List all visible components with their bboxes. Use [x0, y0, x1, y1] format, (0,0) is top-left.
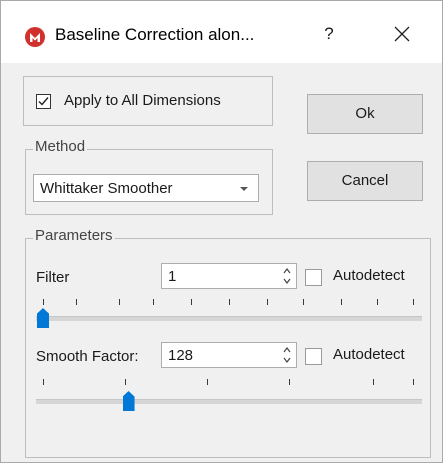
smooth-slider-track[interactable] — [36, 399, 422, 404]
filter-autodetect-checkbox[interactable] — [305, 269, 322, 286]
app-logo-icon — [25, 27, 45, 47]
apply-all-group: Apply to All Dimensions — [23, 76, 273, 126]
close-icon — [394, 26, 410, 42]
filter-slider-tick — [153, 299, 154, 305]
filter-slider-tick — [76, 299, 77, 305]
filter-slider-track[interactable] — [36, 316, 422, 321]
smooth-slider-tick — [373, 379, 374, 385]
smooth-slider-tick — [207, 379, 208, 385]
smooth-factor-label: Smooth Factor: — [36, 348, 139, 365]
smooth-slider-tick — [125, 379, 126, 385]
smooth-factor-value: 128 — [168, 347, 194, 364]
smooth-factor-spinbox[interactable]: 128 — [161, 342, 297, 368]
spin-down-icon[interactable] — [282, 276, 292, 286]
filter-spinbox[interactable]: 1 — [161, 263, 297, 289]
smooth-autodetect-checkbox[interactable] — [305, 348, 322, 365]
spin-down-icon[interactable] — [282, 355, 292, 365]
filter-slider-tick — [341, 299, 342, 305]
title-bar: Baseline Correction alon... ? — [1, 1, 442, 63]
filter-label: Filter — [36, 269, 70, 286]
method-selected-value: Whittaker Smoother — [40, 180, 173, 197]
cancel-button[interactable]: Cancel — [307, 161, 423, 201]
filter-slider-tick — [43, 299, 44, 305]
parameters-legend: Parameters — [33, 227, 115, 244]
checkmark-icon — [38, 97, 49, 106]
chevron-down-icon — [240, 187, 248, 191]
method-legend: Method — [33, 138, 88, 155]
filter-slider-tick — [229, 299, 230, 305]
spin-up-icon[interactable] — [282, 266, 292, 276]
ok-button[interactable]: Ok — [307, 94, 423, 134]
smooth-slider-tick — [413, 379, 414, 385]
apply-all-checkbox[interactable] — [36, 94, 51, 109]
spin-up-icon[interactable] — [282, 345, 292, 355]
help-button[interactable]: ? — [319, 21, 339, 47]
smooth-slider-tick — [43, 379, 44, 385]
close-button[interactable] — [389, 21, 415, 47]
filter-slider-tick — [377, 299, 378, 305]
filter-slider-tick — [413, 299, 414, 305]
dialog-window: Baseline Correction alon... ? Apply to A… — [0, 0, 443, 463]
filter-slider-tick — [267, 299, 268, 305]
smooth-slider-tick — [289, 379, 290, 385]
method-dropdown[interactable]: Whittaker Smoother — [33, 174, 259, 202]
apply-all-label[interactable]: Apply to All Dimensions — [64, 92, 221, 109]
smooth-autodetect-label[interactable]: Autodetect — [333, 346, 405, 363]
filter-slider-tick — [119, 299, 120, 305]
filter-slider-tick — [303, 299, 304, 305]
filter-value: 1 — [168, 268, 177, 285]
filter-autodetect-label[interactable]: Autodetect — [333, 267, 405, 284]
filter-slider-tick — [191, 299, 192, 305]
window-title: Baseline Correction alon... — [55, 25, 255, 44]
